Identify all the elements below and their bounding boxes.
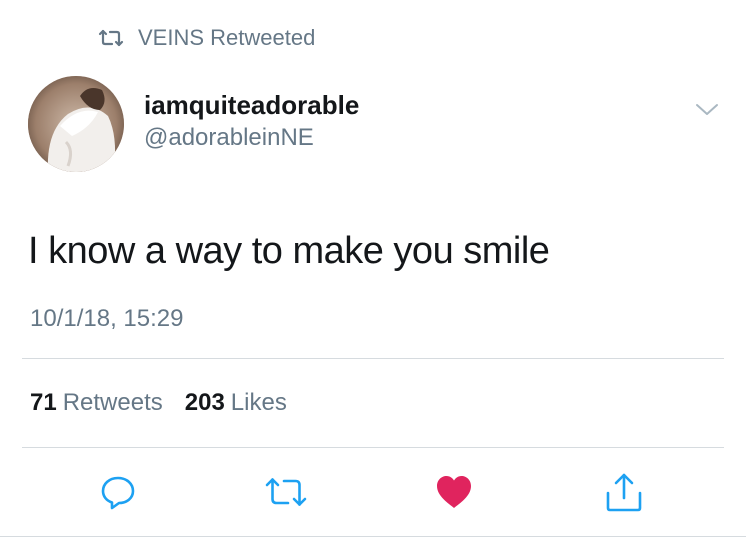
retweet-banner[interactable]: VEINS Retweeted bbox=[98, 22, 315, 54]
tweet-actions bbox=[0, 470, 746, 514]
likes-label[interactable]: Likes bbox=[231, 386, 287, 420]
user-handle[interactable]: @adorableinNE bbox=[144, 122, 359, 154]
likes-count[interactable]: 203 bbox=[185, 386, 225, 420]
like-button[interactable] bbox=[432, 470, 476, 514]
heart-icon bbox=[437, 476, 471, 508]
divider bbox=[22, 447, 724, 448]
share-button[interactable] bbox=[602, 470, 646, 514]
chevron-down-icon bbox=[696, 104, 718, 115]
retweet-icon bbox=[265, 478, 307, 506]
tweet-text: I know a way to make you smile bbox=[28, 230, 550, 272]
reply-button[interactable] bbox=[96, 470, 140, 514]
author-block[interactable]: iamquiteadorable @adorableinNE bbox=[144, 88, 359, 154]
tweet-timestamp: 10/1/18, 15:29 bbox=[30, 305, 184, 332]
retweet-button[interactable] bbox=[264, 470, 308, 514]
tweet-stats: 71 Retweets 203 Likes bbox=[30, 386, 287, 420]
retweet-banner-text: VEINS Retweeted bbox=[138, 25, 316, 50]
retweets-count[interactable]: 71 bbox=[30, 386, 57, 420]
retweet-icon bbox=[98, 29, 124, 47]
tweet-menu-button[interactable] bbox=[693, 99, 721, 119]
share-icon bbox=[606, 473, 642, 512]
divider bbox=[0, 536, 746, 537]
divider bbox=[22, 358, 724, 359]
avatar[interactable] bbox=[28, 76, 124, 172]
display-name[interactable]: iamquiteadorable bbox=[144, 88, 359, 122]
avatar-image bbox=[28, 76, 124, 172]
reply-icon bbox=[101, 476, 135, 510]
retweets-label[interactable]: Retweets bbox=[63, 386, 163, 420]
